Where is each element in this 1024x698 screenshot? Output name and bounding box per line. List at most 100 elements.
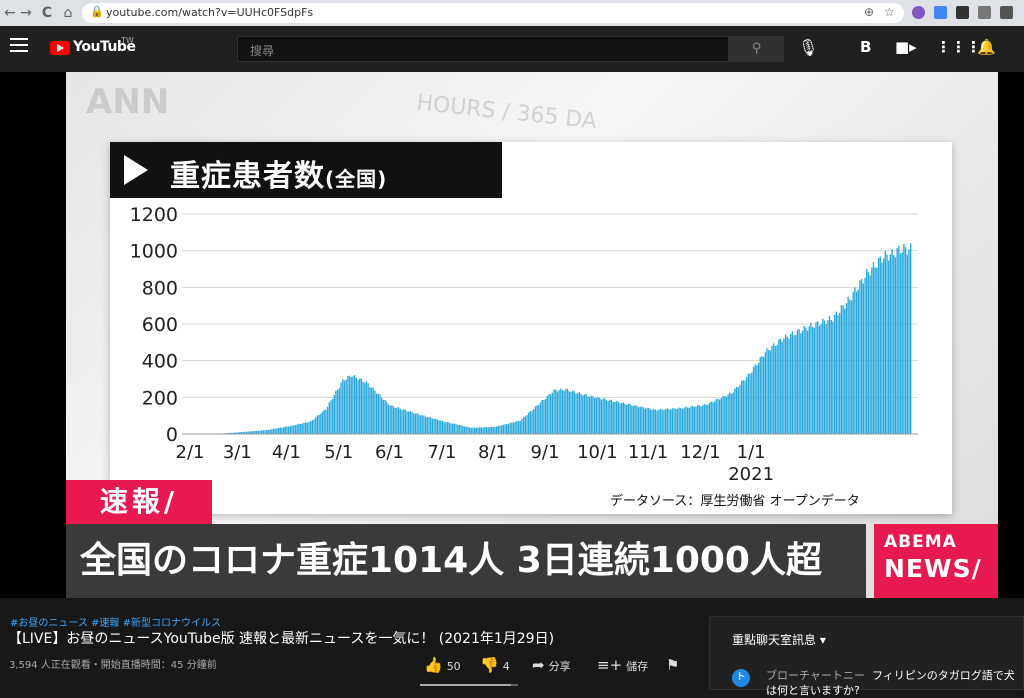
chart-bar (357, 380, 358, 434)
chart-bar (574, 391, 575, 434)
chart-bar (359, 379, 360, 434)
chart-bar (746, 377, 747, 434)
chart-bar (320, 414, 321, 434)
year-label: 2021 (728, 464, 774, 485)
save-button[interactable]: ≡+儲存 (597, 656, 648, 674)
browser-toolbar: ← → C ⌂ 🔒 youtube.com/watch?v=UUHc0FSdpF… (0, 0, 1024, 26)
x-tick-label: 11/1 (628, 442, 668, 463)
data-source-note: データソース：厚生労働省 オープンデータ (610, 490, 860, 509)
playlist-add-icon: ≡+ (597, 656, 622, 674)
x-tick-label: 9/1 (530, 442, 559, 463)
chart-bar (825, 324, 826, 434)
youtube-logo-icon[interactable] (50, 41, 70, 55)
hamburger-menu-icon[interactable] (10, 38, 28, 52)
share-button[interactable]: ➦分享 (532, 656, 571, 674)
reload-button[interactable]: C (37, 3, 57, 23)
chart-bar (388, 405, 389, 434)
chart-bar (401, 410, 402, 434)
forward-button[interactable]: → (16, 3, 36, 23)
chart-bar (550, 394, 551, 434)
chart-bar (361, 379, 362, 434)
chart-bar (395, 408, 396, 434)
player-letterbox-right (998, 72, 1024, 598)
chart-bar (839, 313, 840, 434)
like-button[interactable]: 👍50 (424, 656, 461, 674)
account-initial-button[interactable]: B (860, 38, 871, 56)
extension-icon[interactable] (912, 6, 925, 19)
chart-bar (888, 261, 889, 434)
chart-bar (858, 290, 859, 434)
chart-bar (768, 350, 769, 434)
chart-bar (413, 414, 414, 434)
extension-icon[interactable] (934, 6, 947, 19)
video-info-area: #お昼のニュース #速報 #新型コロナウイルス 【LIVE】お昼のニュースYou… (0, 598, 1024, 690)
search-input[interactable]: 搜尋 (237, 36, 729, 62)
chart-bar (533, 409, 534, 434)
chat-author-name[interactable]: ブローチャートニー (766, 667, 865, 683)
chat-header-dropdown[interactable]: 重點聊天室訊息 ▾ (732, 631, 826, 648)
chart-bar (793, 335, 794, 434)
chart-bar (624, 404, 625, 434)
share-arrow-icon: ➦ (532, 656, 545, 674)
chart-bar (276, 429, 277, 434)
chart-bar (636, 406, 637, 434)
news-headline: 全国のコロナ重症1014人 3日連続1000人超 (66, 524, 866, 598)
chart-bar (373, 388, 374, 434)
home-button[interactable]: ⌂ (58, 3, 78, 23)
chart-bar (367, 383, 368, 434)
chart-bar (601, 400, 602, 434)
chart-bar (408, 412, 409, 434)
y-tick-label: 200 (142, 387, 178, 409)
chart-bar (631, 406, 632, 434)
chart-bar (626, 405, 627, 434)
target-icon[interactable]: ⊕ (864, 5, 874, 19)
chart-bar (734, 389, 735, 434)
bookmark-star-icon[interactable]: ☆ (884, 5, 895, 19)
chart-bar (628, 404, 629, 434)
chart-bar (886, 254, 887, 434)
y-tick-label: 800 (142, 277, 178, 299)
video-player[interactable]: ANN HOURS / 365 DA 重症患者数(全国) 02004006008… (66, 72, 998, 598)
chart-bar (545, 399, 546, 434)
microphone-icon[interactable]: 🎙 (798, 38, 818, 57)
chart-bar (589, 397, 590, 434)
hashtag-links[interactable]: #お昼のニュース #速報 #新型コロナウイルス (10, 614, 221, 629)
address-bar[interactable]: 🔒 youtube.com/watch?v=UUHc0FSdpFs ⊕ ☆ (82, 3, 904, 23)
chart-bar (651, 410, 652, 434)
report-button[interactable]: ⚑ (666, 656, 683, 674)
chart-panel: 重症患者数(全国) 0200400600800100012002/13/14/1… (110, 142, 952, 514)
notifications-bell-icon[interactable]: 🔔 (977, 38, 996, 56)
chart-bar (543, 400, 544, 434)
chart-bar (658, 410, 659, 434)
chart-bar (881, 263, 882, 434)
chart-bar (562, 390, 563, 434)
chart-bar (459, 425, 460, 434)
chat-message-continued: は何と言いますか? (766, 682, 860, 698)
puzzle-icon[interactable] (1000, 6, 1013, 19)
download-icon[interactable] (978, 6, 991, 19)
abema-logo-line1: ABEMA (884, 532, 957, 552)
chart-bar (582, 396, 583, 434)
apps-grid-icon[interactable]: ⋮⋮⋮ (936, 38, 981, 56)
chart-bar (660, 409, 661, 434)
search-button[interactable]: ⚲ (729, 36, 784, 62)
chart-bar (486, 427, 487, 434)
chart-bar (491, 427, 492, 434)
chart-bar (741, 381, 742, 434)
create-video-icon[interactable]: ■▸ (895, 38, 917, 56)
chart-bar (405, 410, 406, 434)
region-label: TW (121, 36, 134, 45)
chart-bar (790, 334, 791, 434)
chart-bar (575, 394, 576, 434)
chart-bar (542, 400, 543, 434)
extension-icon[interactable] (956, 6, 969, 19)
chart-bar (753, 367, 754, 434)
dislike-button[interactable]: 👎4 (480, 656, 510, 674)
chart-bar (727, 394, 728, 434)
chart-bar (378, 394, 379, 434)
chart-bar (875, 268, 876, 434)
avatar[interactable]: ト (732, 669, 750, 687)
chart-bar (829, 316, 830, 434)
chart-bar (374, 391, 375, 434)
breaking-news-label: 速報/ (66, 480, 212, 524)
